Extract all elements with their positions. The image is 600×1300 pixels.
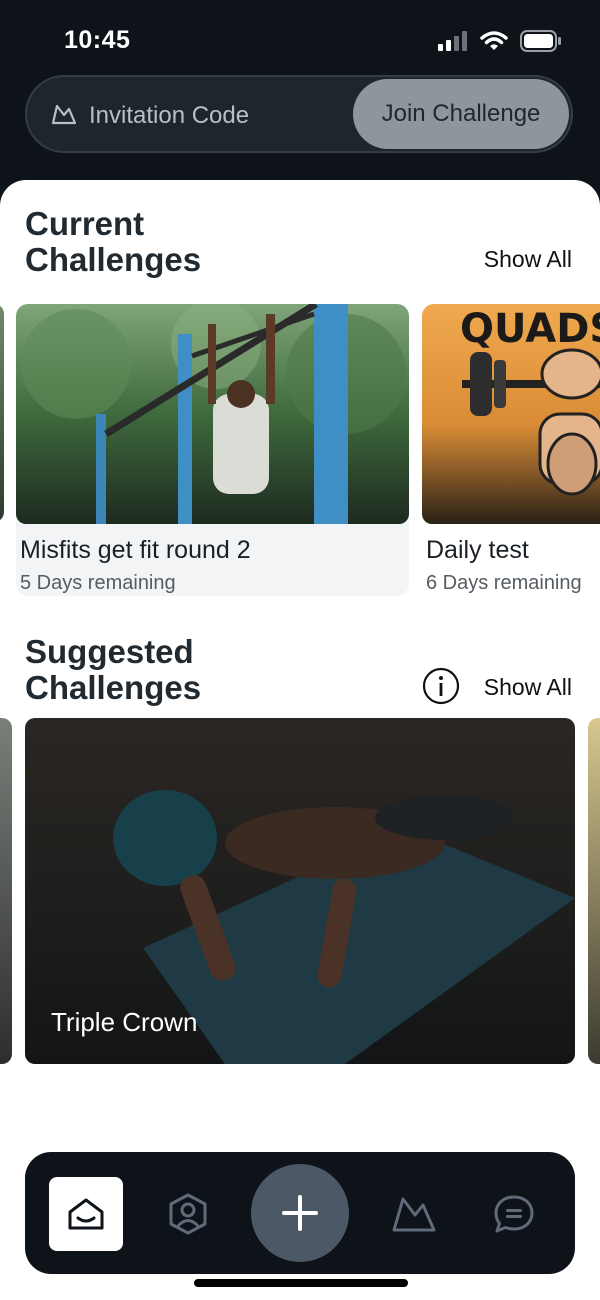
battery-icon	[520, 30, 561, 52]
mountain-icon	[51, 104, 77, 125]
nav-profile[interactable]	[151, 1177, 225, 1251]
plus-icon	[282, 1195, 318, 1231]
info-icon[interactable]	[422, 667, 460, 705]
invitation-code-input[interactable]	[87, 95, 361, 137]
current-show-all-link[interactable]: Show All	[484, 246, 572, 273]
challenge-card-title: Misfits get fit round 2	[20, 536, 251, 564]
main-sheet: Current Challenges Show All Misfits get …	[0, 180, 600, 1300]
wifi-icon	[480, 31, 508, 50]
challenge-card[interactable]: Misfits get fit round 2 5 Days remaining	[16, 304, 409, 596]
challenge-card-image	[16, 304, 409, 524]
previous-card-edge[interactable]	[0, 304, 4, 522]
quads-image-text: QUADS	[460, 306, 600, 352]
suggested-card-title: Triple Crown	[51, 1007, 198, 1037]
status-time: 10:45	[64, 26, 131, 54]
status-icons	[438, 30, 562, 52]
home-indicator	[194, 1279, 408, 1287]
bottom-nav	[25, 1152, 575, 1274]
suggested-challenge-card[interactable]: Triple Crown	[25, 718, 575, 1064]
invitation-bar: Join Challenge	[25, 75, 573, 153]
nav-messages[interactable]	[477, 1177, 551, 1251]
suggested-challenges-title: Suggested Challenges	[25, 633, 202, 706]
challenge-card-image: QUADS	[422, 304, 600, 524]
nav-home[interactable]	[49, 1177, 123, 1251]
nav-challenges[interactable]	[377, 1177, 451, 1251]
next-suggested-card-edge[interactable]	[588, 718, 600, 1064]
add-challenge-button[interactable]	[251, 1164, 349, 1262]
signal-icon	[438, 31, 467, 51]
suggested-show-all-link[interactable]: Show All	[484, 674, 572, 701]
home-icon	[68, 1198, 104, 1230]
status-bar: 10:45	[0, 0, 600, 80]
current-challenges-title: Current Challenges	[25, 205, 202, 278]
chat-icon	[494, 1195, 534, 1233]
challenge-card-subtitle: 6 Days remaining	[426, 572, 582, 594]
mountain-icon	[392, 1197, 436, 1232]
challenge-card-subtitle: 5 Days remaining	[20, 572, 176, 594]
join-challenge-button[interactable]: Join Challenge	[353, 79, 569, 149]
profile-icon	[169, 1193, 207, 1235]
challenge-card[interactable]: QUADS Daily test 6 Days remaining	[422, 304, 600, 596]
previous-suggested-card-edge[interactable]	[0, 718, 12, 1064]
challenge-card-title: Daily test	[426, 536, 529, 564]
